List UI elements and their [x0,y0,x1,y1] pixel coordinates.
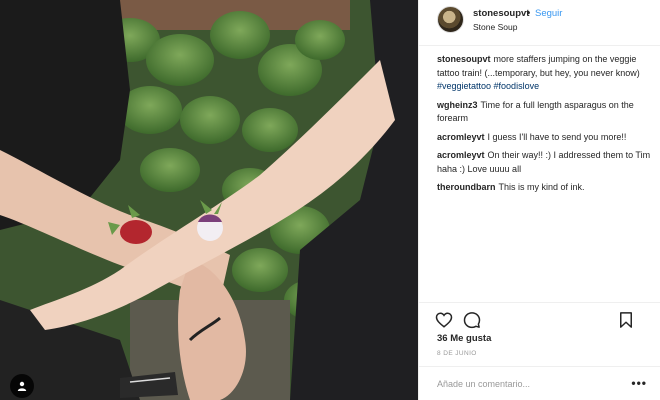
comments-list: stonesoupvt more staffers jumping on the … [437,53,653,200]
avatar[interactable] [437,6,464,33]
follow-button[interactable]: Seguir [535,8,562,19]
bookmark-icon[interactable] [617,311,637,331]
comment-username[interactable]: stonesoupvt [437,54,491,64]
post-header: stonesoupvt • Seguir Stone Soup [419,0,660,46]
add-comment-bar: Añade un comentario... ••• [419,366,660,400]
location-link[interactable]: Stone Soup [473,22,517,32]
hashtags[interactable]: #veggietattoo #foodislove [437,81,539,91]
separator-dot: • [527,8,531,19]
comment-username[interactable]: wgheinz3 [437,100,478,110]
post-image [0,0,418,400]
comment-text: I guess I'll have to send you more!! [487,131,627,142]
more-options-icon[interactable]: ••• [631,376,647,390]
caption: stonesoupvt more staffers jumping on the … [437,53,653,94]
comment-username[interactable]: acromleyvt [437,132,485,142]
post-date: 8 DE JUNIO [437,350,477,357]
tagged-user-icon[interactable] [10,374,34,398]
comment-text: This is my kind of ink. [498,182,585,192]
comment-username[interactable]: acromleyvt [437,150,485,160]
post-photo[interactable] [0,0,418,400]
likes-count[interactable]: 36 Me gusta [437,333,491,344]
comment-item: acromleyvt I guess I'll have to send you … [437,131,653,145]
comment-bubble-icon[interactable] [463,311,483,331]
heart-icon[interactable] [435,311,455,331]
post-sidebar: stonesoupvt • Seguir Stone Soup stonesou… [418,0,660,400]
action-bar [419,302,660,336]
post-author-username[interactable]: stonesoupvt [473,8,529,19]
comment-item: acromleyvt On their way!! :) I addressed … [437,149,653,176]
comment-item: theroundbarn This is my kind of ink. [437,181,653,195]
comment-item: wgheinz3 Time for a full length asparagus… [437,99,653,126]
comment-username[interactable]: theroundbarn [437,182,496,192]
add-comment-input[interactable]: Añade un comentario... [437,379,530,389]
